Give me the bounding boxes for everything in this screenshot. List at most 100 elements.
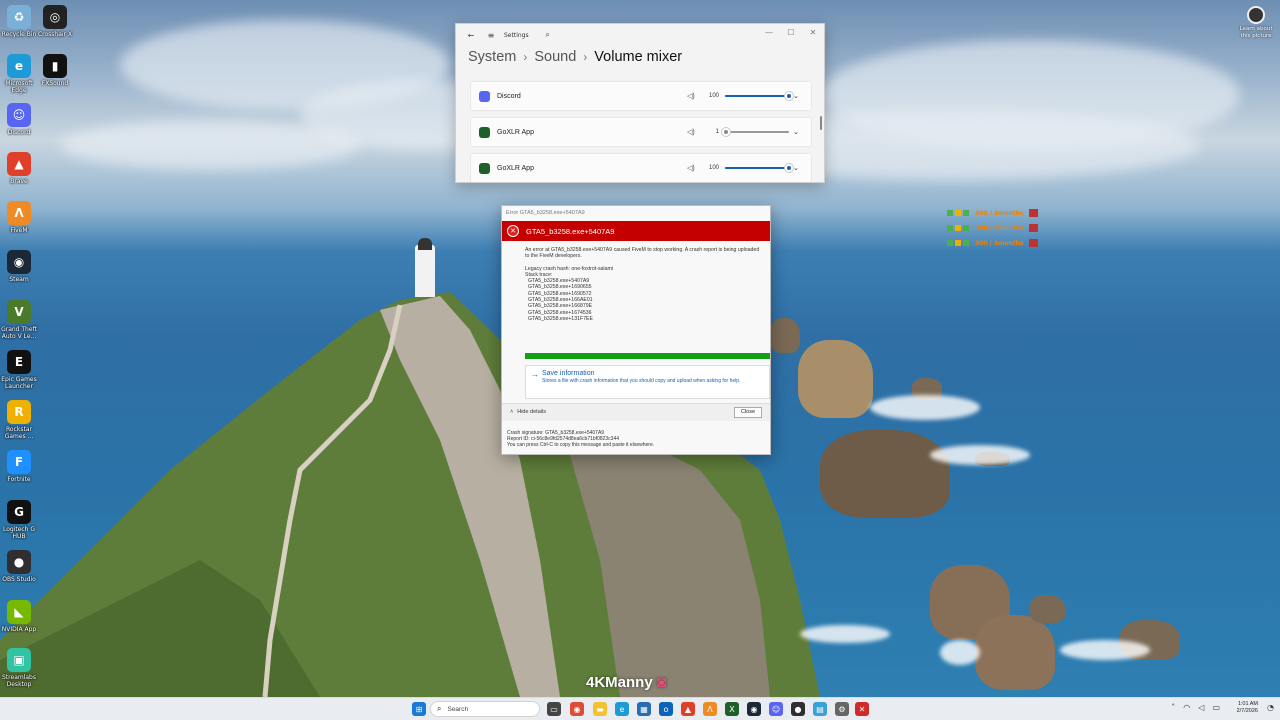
overlay-tag-text: 300 / 3months (975, 239, 1024, 247)
overlay-tag: 300 / 3months (947, 223, 1039, 233)
notepad-icon[interactable]: ▤ (813, 702, 827, 716)
desktop-icon[interactable]: e Microsoft Edge (0, 54, 38, 94)
error-dialog: Error GTA5_b3258.exe+5407A9 ✕ GTA5_b3258… (501, 205, 771, 455)
desktop-icon[interactable]: ▮ FXSound (36, 54, 74, 87)
minimize-button[interactable]: — (758, 24, 780, 40)
lighthouse-top (418, 238, 432, 250)
desktop-icon[interactable]: G Logitech G HUB (0, 500, 38, 540)
scrollbar[interactable] (820, 116, 822, 130)
app-icon (479, 162, 490, 174)
app-icon: ◎ (43, 5, 67, 29)
maximize-button[interactable]: ☐ (780, 24, 802, 40)
hamburger-menu-icon[interactable]: ≡ (484, 28, 498, 42)
desktop-icon[interactable]: ◉ Steam (0, 250, 38, 283)
search-box[interactable]: ⌕ Search (430, 701, 540, 717)
volume-slider-thumb[interactable] (785, 92, 793, 100)
sea-rock (975, 615, 1055, 690)
breadcrumb-sound[interactable]: Sound (534, 49, 576, 65)
discord-icon[interactable]: ☺ (769, 702, 783, 716)
desktop-icon[interactable]: ▣ Streamlabs Desktop (0, 648, 38, 688)
sea-rock (770, 318, 800, 353)
desktop-icon-label: NVIDIA App (1, 626, 37, 633)
learn-about-picture-label: Learn about this picture (1239, 26, 1273, 39)
save-information-description: Stores a file with crash information tha… (542, 378, 741, 384)
volume-slider[interactable] (721, 128, 789, 136)
desktop-icon[interactable]: Λ FiveM (0, 201, 38, 234)
copy-hint: You can press Ctrl-C to copy this messag… (507, 442, 655, 448)
settings-window: ← ≡ Settings ⌕ — ☐ ✕ System › Sound › Vo… (455, 23, 825, 183)
goxlr-icon[interactable]: X (725, 702, 739, 716)
app-icon: ☺ (7, 103, 31, 127)
obs-icon[interactable]: ● (791, 702, 805, 716)
task-view-icon[interactable]: ▭ (547, 702, 561, 716)
speaker-icon[interactable]: ◁) (687, 164, 701, 172)
chevron-down-icon[interactable]: ⌄ (793, 128, 799, 136)
speaker-icon[interactable]: ◁ (1198, 703, 1204, 712)
app-icon: ▣ (7, 648, 31, 672)
back-arrow-icon[interactable]: ← (464, 28, 478, 42)
volume-slider[interactable] (725, 164, 793, 172)
store-icon[interactable]: ▦ (637, 702, 651, 716)
volume-slider[interactable] (725, 92, 793, 100)
settings-title: Settings (504, 31, 529, 39)
settings-gear-icon[interactable]: ⚙ (835, 702, 849, 716)
desktop-icon[interactable]: ♻ Recycle Bin (0, 5, 38, 38)
desktop-icon-label: Steam (9, 276, 29, 283)
file-explorer-icon[interactable]: ▬ (593, 702, 607, 716)
clock-time: 1:01 AM (1237, 701, 1258, 707)
hide-details-button[interactable]: ˄ Hide details (510, 409, 546, 415)
volume-slider-thumb[interactable] (785, 164, 793, 172)
overlay-tag-text: 300 / 3months (975, 224, 1024, 232)
chrome-icon[interactable]: ◉ (570, 702, 584, 716)
chevron-down-icon[interactable]: ⌄ (793, 164, 799, 172)
speaker-icon[interactable]: ◁) (687, 92, 701, 100)
mixer-row: GoXLR App ◁) 1 ⌄ (470, 117, 812, 147)
outlook-icon[interactable]: o (659, 702, 673, 716)
desktop-icon[interactable]: ▲ Brave (0, 152, 38, 185)
volume-slider-thumb[interactable] (721, 128, 730, 136)
error-app-icon[interactable]: ✕ (855, 702, 869, 716)
desktop-icon[interactable]: ◣ NVIDIA App (0, 600, 38, 633)
watermark: 4KManny ◙ (586, 674, 666, 691)
save-information-button[interactable]: → Save information Stores a file with cr… (525, 365, 770, 399)
brave-icon[interactable]: ▲ (681, 702, 695, 716)
desktop-icon[interactable]: ◎ Crosshair X (36, 5, 74, 38)
desktop-icon-label: Epic Games Launcher (1, 376, 37, 390)
error-message: An error at GTA5_b3258.exe+5407A9 caused… (525, 247, 760, 260)
desktop-icon[interactable]: ● OBS Studio (0, 550, 38, 583)
app-icon: ◣ (7, 600, 31, 624)
desktop-icon[interactable]: F Fortnite (0, 450, 38, 483)
taskbar-clock[interactable]: 1:01 AM 2/7/2026 (1237, 701, 1258, 715)
start-button[interactable]: ⊞ (412, 702, 426, 716)
chevron-right-icon: › (523, 50, 528, 64)
search-placeholder: Search (447, 705, 469, 713)
edge-icon[interactable]: e (615, 702, 629, 716)
wifi-icon[interactable]: ◠ (1183, 703, 1190, 712)
app-name: GoXLR App (497, 128, 534, 136)
error-window-title: Error GTA5_b3258.exe+5407A9 (506, 210, 585, 216)
desktop-icon[interactable]: ☺ Discord (0, 103, 38, 136)
clock-date: 2/7/2026 (1236, 708, 1258, 714)
search-icon[interactable]: ⌕ (541, 28, 555, 42)
desktop-icon[interactable]: R Rockstar Games ... (0, 400, 38, 440)
app-icon: E (7, 350, 31, 374)
notification-bell-icon[interactable]: ◔ (1267, 703, 1274, 712)
desktop-icon[interactable]: E Epic Games Launcher (0, 350, 38, 390)
learn-about-picture-icon[interactable]: Learn about this picture (1236, 6, 1276, 39)
speaker-icon[interactable]: ◁) (687, 128, 701, 136)
fivem-icon[interactable]: Λ (703, 702, 717, 716)
close-button[interactable]: Close (734, 407, 762, 418)
desktop-icon[interactable]: V Grand Theft Auto V Le... (0, 300, 38, 340)
camera-icon (1247, 6, 1265, 24)
close-button[interactable]: ✕ (802, 24, 824, 40)
steam-icon[interactable]: ◉ (747, 702, 761, 716)
app-icon: V (7, 300, 31, 324)
chevron-down-icon[interactable]: ⌄ (793, 92, 799, 100)
desktop-icon-label: FXSound (41, 80, 69, 87)
watermark-text: 4KManny (586, 674, 653, 691)
breadcrumb-system[interactable]: System (468, 49, 516, 65)
chevron-up-icon[interactable]: ˄ (1171, 703, 1175, 712)
battery-icon[interactable]: ▭ (1212, 703, 1220, 712)
search-icon: ⌕ (437, 704, 442, 713)
arrow-right-icon: → (531, 370, 539, 379)
